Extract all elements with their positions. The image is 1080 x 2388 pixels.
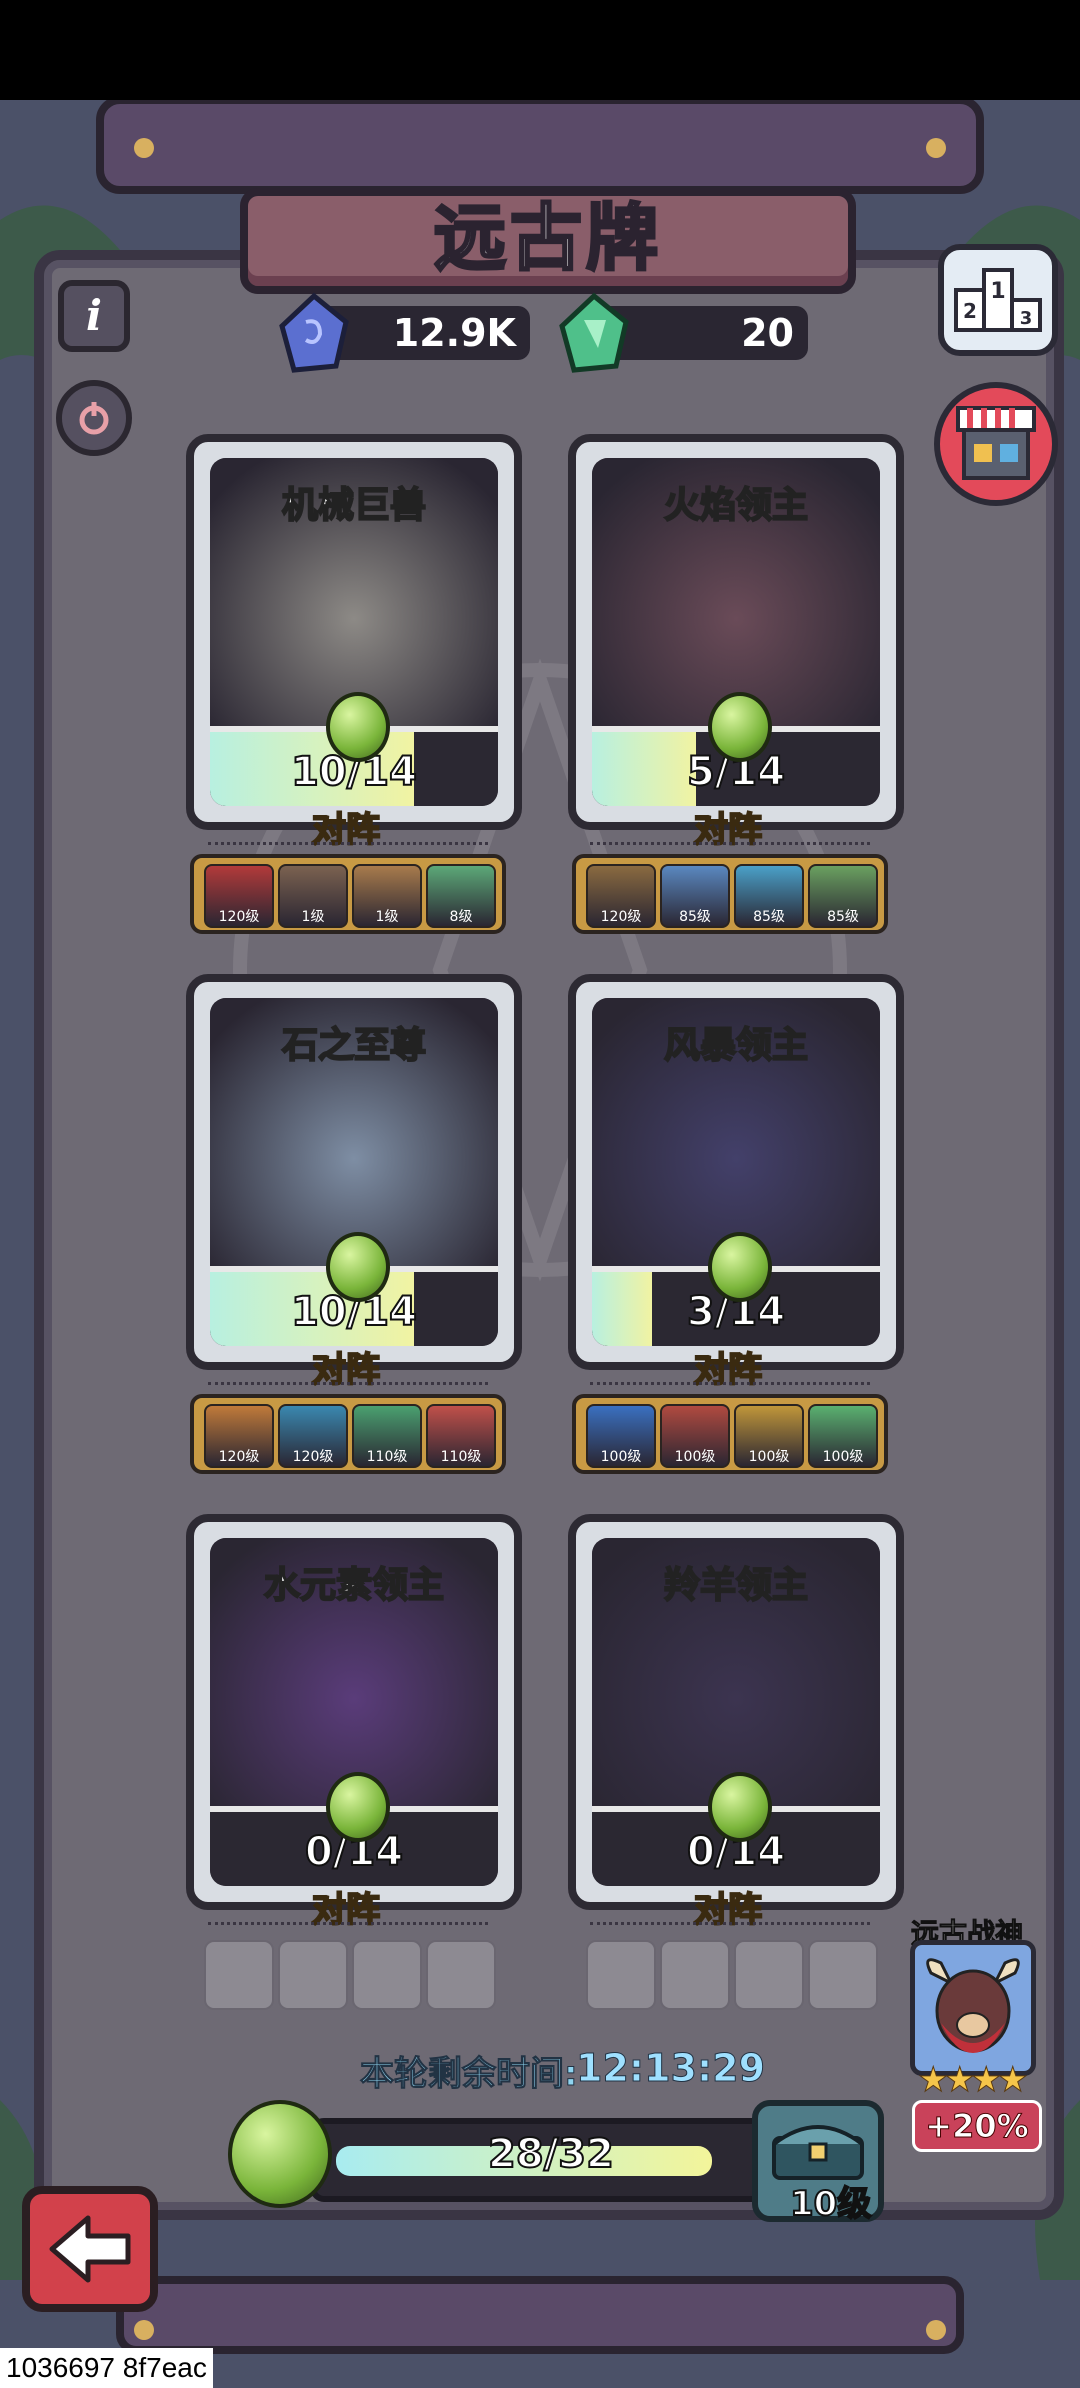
shop-button[interactable] bbox=[934, 382, 1058, 506]
seed-icon bbox=[326, 692, 390, 762]
hero-level: 120级 bbox=[600, 909, 642, 925]
ranking-button[interactable]: 1 2 3 bbox=[938, 244, 1058, 356]
info-icon: i bbox=[86, 291, 102, 340]
ancient-god-card[interactable] bbox=[910, 1940, 1036, 2076]
empty-hero-slot bbox=[204, 1940, 274, 2010]
enemy-hero-portrait[interactable]: 120级 bbox=[278, 1404, 348, 1468]
enemy-hero-portrait[interactable]: 100级 bbox=[808, 1404, 878, 1468]
empty-hero-slot bbox=[586, 1940, 656, 2010]
svg-text:1: 1 bbox=[990, 279, 1005, 304]
seed-icon bbox=[708, 1232, 772, 1302]
blue-crystal-value: 12.9K bbox=[392, 311, 516, 355]
seed-progress-text: 28/32 bbox=[487, 2130, 615, 2178]
boss-card[interactable]: 石之至尊 10/14 bbox=[186, 974, 522, 1370]
enemy-hero-portrait[interactable]: 1级 bbox=[278, 864, 348, 928]
enemy-hero-portrait[interactable]: 100级 bbox=[586, 1404, 656, 1468]
enemy-hero-portrait[interactable]: 120级 bbox=[204, 864, 274, 928]
empty-hero-slot bbox=[278, 1940, 348, 2010]
hero-level: 110级 bbox=[366, 1449, 408, 1465]
reward-level: 10级 bbox=[789, 2183, 872, 2225]
podium-icon: 1 2 3 bbox=[954, 268, 1042, 332]
chest-icon bbox=[772, 2125, 864, 2180]
enemy-hero-portrait[interactable]: 85级 bbox=[808, 864, 878, 928]
round-time-value: 12:13:29 bbox=[575, 2046, 766, 2091]
shop-icon bbox=[956, 406, 1036, 480]
divider bbox=[208, 1922, 488, 1925]
blue-crystal-icon bbox=[279, 292, 349, 373]
enemy-hero-portrait[interactable]: 120级 bbox=[586, 864, 656, 928]
boss-name: 石之至尊 bbox=[281, 1024, 427, 1067]
info-button[interactable]: i bbox=[58, 280, 130, 352]
seed-progress-bar: 28/32 bbox=[310, 2118, 792, 2202]
history-button[interactable] bbox=[56, 380, 132, 456]
seed-icon bbox=[326, 1232, 390, 1302]
back-arrow-icon bbox=[49, 2215, 131, 2283]
green-crystal-icon bbox=[559, 292, 629, 373]
build-id: 1036697 8f7eac bbox=[0, 2348, 213, 2388]
boss-card[interactable]: 火焰领主 5/14 bbox=[568, 434, 904, 830]
hero-level: 120级 bbox=[292, 1449, 334, 1465]
enemy-hero-portrait[interactable]: 1级 bbox=[352, 864, 422, 928]
enemy-lineup: 120级 85级 85级 85级 bbox=[572, 854, 888, 934]
hero-level: 1级 bbox=[375, 909, 399, 925]
enemy-hero-portrait[interactable]: 110级 bbox=[352, 1404, 422, 1468]
boss-name: 风暴领主 bbox=[663, 1024, 809, 1067]
back-button[interactable] bbox=[22, 2186, 158, 2312]
hero-level: 100级 bbox=[600, 1449, 642, 1465]
enemy-lineup: 120级 120级 110级 110级 bbox=[190, 1394, 506, 1474]
seed-icon bbox=[326, 1772, 390, 1842]
divider bbox=[590, 1922, 870, 1925]
hero-level: 1级 bbox=[301, 909, 325, 925]
seed-icon bbox=[228, 2100, 332, 2208]
divider bbox=[208, 842, 488, 845]
hero-level: 120级 bbox=[218, 909, 260, 925]
divider bbox=[590, 1382, 870, 1385]
empty-hero-slot bbox=[352, 1940, 422, 2010]
enemy-hero-portrait[interactable]: 110级 bbox=[426, 1404, 496, 1468]
boss-card[interactable]: 风暴领主 3/14 bbox=[568, 974, 904, 1370]
minotaur-portrait-icon bbox=[926, 1958, 1020, 2053]
empty-hero-slot bbox=[734, 1940, 804, 2010]
boss-card[interactable]: 水元素领主 0/14 bbox=[186, 1514, 522, 1910]
svg-text:3: 3 bbox=[1020, 308, 1033, 329]
seed-icon bbox=[708, 1772, 772, 1842]
empty-hero-slot bbox=[808, 1940, 878, 2010]
boss-name: 火焰领主 bbox=[663, 484, 809, 527]
hero-level: 85级 bbox=[753, 909, 785, 925]
ancient-god-bonus: +20% bbox=[912, 2100, 1042, 2152]
boss-card[interactable]: 羚羊领主 0/14 bbox=[568, 1514, 904, 1910]
hero-level: 8级 bbox=[449, 909, 473, 925]
hero-level: 120级 bbox=[218, 1449, 260, 1465]
enemy-hero-portrait[interactable]: 85级 bbox=[734, 864, 804, 928]
enemy-hero-portrait[interactable]: 120级 bbox=[204, 1404, 274, 1468]
boss-name: 水元素领主 bbox=[263, 1564, 445, 1607]
empty-hero-slot bbox=[660, 1940, 730, 2010]
page-title: 远古牌 bbox=[432, 195, 662, 282]
boss-name: 羚羊领主 bbox=[663, 1564, 809, 1607]
enemy-hero-portrait[interactable]: 8级 bbox=[426, 864, 496, 928]
hero-level: 85级 bbox=[827, 909, 859, 925]
enemy-hero-portrait[interactable]: 100级 bbox=[734, 1404, 804, 1468]
ancient-god-stars: ★★★★ bbox=[918, 2060, 1029, 2101]
refresh-icon bbox=[79, 402, 109, 435]
divider bbox=[208, 1382, 488, 1385]
hero-level: 100级 bbox=[748, 1449, 790, 1465]
round-time-label: 本轮剩余时间: bbox=[360, 2054, 579, 2095]
enemy-hero-portrait[interactable]: 100级 bbox=[660, 1404, 730, 1468]
empty-hero-slot bbox=[426, 1940, 496, 2010]
enemy-lineup: 120级 1级 1级 8级 bbox=[190, 854, 506, 934]
hero-level: 100级 bbox=[822, 1449, 864, 1465]
boss-card[interactable]: 机械巨兽 10/14 bbox=[186, 434, 522, 830]
boss-name: 机械巨兽 bbox=[281, 484, 427, 527]
seed-icon bbox=[708, 692, 772, 762]
hero-level: 85级 bbox=[679, 909, 711, 925]
svg-text:2: 2 bbox=[963, 299, 977, 323]
green-crystal-value: 20 bbox=[741, 311, 794, 355]
hero-level: 100级 bbox=[674, 1449, 716, 1465]
enemy-hero-portrait[interactable]: 85级 bbox=[660, 864, 730, 928]
divider bbox=[590, 842, 870, 845]
hero-level: 110级 bbox=[440, 1449, 482, 1465]
enemy-lineup: 100级 100级 100级 100级 bbox=[572, 1394, 888, 1474]
